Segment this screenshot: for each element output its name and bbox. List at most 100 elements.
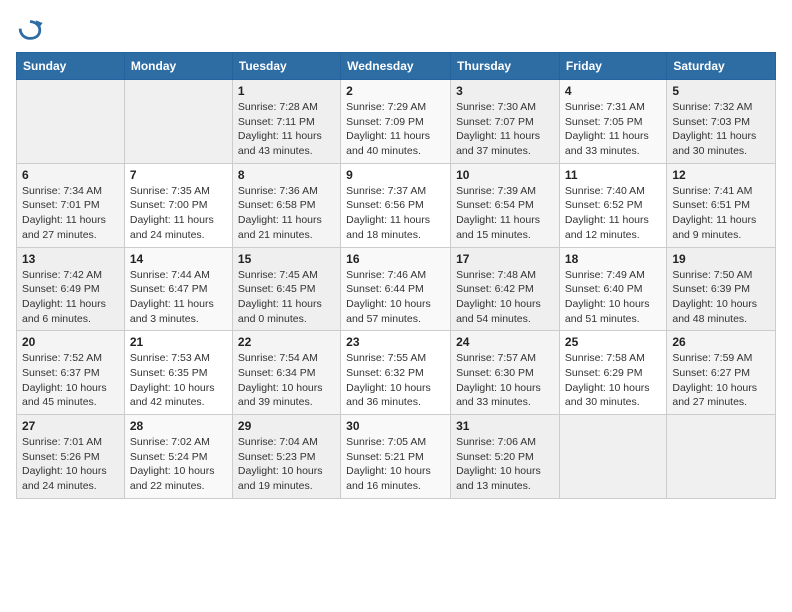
day-number: 17 (456, 252, 554, 266)
day-number: 15 (238, 252, 335, 266)
day-info: Sunrise: 7:04 AM Sunset: 5:23 PM Dayligh… (238, 435, 335, 494)
day-info: Sunrise: 7:42 AM Sunset: 6:49 PM Dayligh… (22, 268, 119, 327)
day-info: Sunrise: 7:32 AM Sunset: 7:03 PM Dayligh… (672, 100, 770, 159)
day-info: Sunrise: 7:58 AM Sunset: 6:29 PM Dayligh… (565, 351, 661, 410)
day-number: 16 (346, 252, 445, 266)
day-number: 21 (130, 335, 227, 349)
calendar-cell: 15 Sunrise: 7:45 AM Sunset: 6:45 PM Dayli… (232, 247, 340, 331)
logo (16, 16, 48, 44)
header-friday: Friday (559, 53, 666, 80)
day-info: Sunrise: 7:40 AM Sunset: 6:52 PM Dayligh… (565, 184, 661, 243)
header-wednesday: Wednesday (341, 53, 451, 80)
day-info: Sunrise: 7:53 AM Sunset: 6:35 PM Dayligh… (130, 351, 227, 410)
calendar-week-row: 27 Sunrise: 7:01 AM Sunset: 5:26 PM Dayli… (17, 415, 776, 499)
day-info: Sunrise: 7:37 AM Sunset: 6:56 PM Dayligh… (346, 184, 445, 243)
calendar-cell: 8 Sunrise: 7:36 AM Sunset: 6:58 PM Daylig… (232, 163, 340, 247)
day-number: 7 (130, 168, 227, 182)
calendar-table: SundayMondayTuesdayWednesdayThursdayFrid… (16, 52, 776, 499)
calendar-cell: 19 Sunrise: 7:50 AM Sunset: 6:39 PM Dayli… (667, 247, 776, 331)
day-info: Sunrise: 7:34 AM Sunset: 7:01 PM Dayligh… (22, 184, 119, 243)
calendar-cell: 29 Sunrise: 7:04 AM Sunset: 5:23 PM Dayli… (232, 415, 340, 499)
day-number: 4 (565, 84, 661, 98)
header-tuesday: Tuesday (232, 53, 340, 80)
day-number: 29 (238, 419, 335, 433)
day-info: Sunrise: 7:05 AM Sunset: 5:21 PM Dayligh… (346, 435, 445, 494)
calendar-cell: 20 Sunrise: 7:52 AM Sunset: 6:37 PM Dayli… (17, 331, 125, 415)
day-info: Sunrise: 7:06 AM Sunset: 5:20 PM Dayligh… (456, 435, 554, 494)
day-info: Sunrise: 7:54 AM Sunset: 6:34 PM Dayligh… (238, 351, 335, 410)
calendar-cell: 24Sunrise: 7:57 AM Sunset: 6:30 PM Dayli… (451, 331, 560, 415)
day-number: 5 (672, 84, 770, 98)
day-number: 28 (130, 419, 227, 433)
day-info: Sunrise: 7:44 AM Sunset: 6:47 PM Dayligh… (130, 268, 227, 327)
logo-icon (16, 16, 44, 44)
day-info: Sunrise: 7:48 AM Sunset: 6:42 PM Dayligh… (456, 268, 554, 327)
header-thursday: Thursday (451, 53, 560, 80)
day-info: Sunrise: 7:49 AM Sunset: 6:40 PM Dayligh… (565, 268, 661, 327)
calendar-cell: 14Sunrise: 7:44 AM Sunset: 6:47 PM Dayli… (124, 247, 232, 331)
day-number: 12 (672, 168, 770, 182)
calendar-cell (667, 415, 776, 499)
calendar-cell: 2 Sunrise: 7:29 AM Sunset: 7:09 PM Daylig… (341, 80, 451, 164)
calendar-week-row: 13 Sunrise: 7:42 AM Sunset: 6:49 PM Dayli… (17, 247, 776, 331)
calendar-cell: 30 Sunrise: 7:05 AM Sunset: 5:21 PM Dayli… (341, 415, 451, 499)
calendar-cell: 18 Sunrise: 7:49 AM Sunset: 6:40 PM Dayli… (559, 247, 666, 331)
day-info: Sunrise: 7:36 AM Sunset: 6:58 PM Dayligh… (238, 184, 335, 243)
day-number: 10 (456, 168, 554, 182)
calendar-cell: 21 Sunrise: 7:53 AM Sunset: 6:35 PM Dayli… (124, 331, 232, 415)
day-info: Sunrise: 7:02 AM Sunset: 5:24 PM Dayligh… (130, 435, 227, 494)
calendar-cell: 28 Sunrise: 7:02 AM Sunset: 5:24 PM Dayli… (124, 415, 232, 499)
day-number: 9 (346, 168, 445, 182)
day-number: 25 (565, 335, 661, 349)
day-info: Sunrise: 7:50 AM Sunset: 6:39 PM Dayligh… (672, 268, 770, 327)
day-number: 31 (456, 419, 554, 433)
page-header (16, 16, 776, 44)
calendar-cell: 17 Sunrise: 7:48 AM Sunset: 6:42 PM Dayli… (451, 247, 560, 331)
calendar-cell: 23 Sunrise: 7:55 AM Sunset: 6:32 PM Dayli… (341, 331, 451, 415)
day-number: 23 (346, 335, 445, 349)
calendar-header-row: SundayMondayTuesdayWednesdayThursdayFrid… (17, 53, 776, 80)
header-saturday: Saturday (667, 53, 776, 80)
calendar-cell: 11 Sunrise: 7:40 AM Sunset: 6:52 PM Dayli… (559, 163, 666, 247)
day-info: Sunrise: 7:52 AM Sunset: 6:37 PM Dayligh… (22, 351, 119, 410)
calendar-cell: 7 Sunrise: 7:35 AM Sunset: 7:00 PM Daylig… (124, 163, 232, 247)
day-info: Sunrise: 7:45 AM Sunset: 6:45 PM Dayligh… (238, 268, 335, 327)
day-info: Sunrise: 7:41 AM Sunset: 6:51 PM Dayligh… (672, 184, 770, 243)
day-number: 20 (22, 335, 119, 349)
day-info: Sunrise: 7:31 AM Sunset: 7:05 PM Dayligh… (565, 100, 661, 159)
day-number: 19 (672, 252, 770, 266)
day-number: 27 (22, 419, 119, 433)
day-number: 8 (238, 168, 335, 182)
day-number: 3 (456, 84, 554, 98)
header-sunday: Sunday (17, 53, 125, 80)
day-info: Sunrise: 7:39 AM Sunset: 6:54 PM Dayligh… (456, 184, 554, 243)
day-info: Sunrise: 7:55 AM Sunset: 6:32 PM Dayligh… (346, 351, 445, 410)
calendar-week-row: 1Sunrise: 7:28 AM Sunset: 7:11 PM Daylig… (17, 80, 776, 164)
calendar-cell: 26Sunrise: 7:59 AM Sunset: 6:27 PM Dayli… (667, 331, 776, 415)
header-monday: Monday (124, 53, 232, 80)
day-number: 13 (22, 252, 119, 266)
day-number: 18 (565, 252, 661, 266)
day-info: Sunrise: 7:59 AM Sunset: 6:27 PM Dayligh… (672, 351, 770, 410)
calendar-cell (17, 80, 125, 164)
calendar-cell: 31 Sunrise: 7:06 AM Sunset: 5:20 PM Dayli… (451, 415, 560, 499)
calendar-cell: 27 Sunrise: 7:01 AM Sunset: 5:26 PM Dayli… (17, 415, 125, 499)
day-number: 30 (346, 419, 445, 433)
day-number: 2 (346, 84, 445, 98)
day-number: 11 (565, 168, 661, 182)
calendar-cell: 5 Sunrise: 7:32 AM Sunset: 7:03 PM Daylig… (667, 80, 776, 164)
day-number: 22 (238, 335, 335, 349)
day-info: Sunrise: 7:57 AM Sunset: 6:30 PM Dayligh… (456, 351, 554, 410)
day-info: Sunrise: 7:29 AM Sunset: 7:09 PM Dayligh… (346, 100, 445, 159)
calendar-cell: 12 Sunrise: 7:41 AM Sunset: 6:51 PM Dayli… (667, 163, 776, 247)
calendar-cell: 16 Sunrise: 7:46 AM Sunset: 6:44 PM Dayli… (341, 247, 451, 331)
calendar-cell: 22 Sunrise: 7:54 AM Sunset: 6:34 PM Dayli… (232, 331, 340, 415)
day-info: Sunrise: 7:01 AM Sunset: 5:26 PM Dayligh… (22, 435, 119, 494)
calendar-cell: 9 Sunrise: 7:37 AM Sunset: 6:56 PM Daylig… (341, 163, 451, 247)
calendar-cell (559, 415, 666, 499)
calendar-cell: 4 Sunrise: 7:31 AM Sunset: 7:05 PM Daylig… (559, 80, 666, 164)
day-info: Sunrise: 7:46 AM Sunset: 6:44 PM Dayligh… (346, 268, 445, 327)
day-info: Sunrise: 7:28 AM Sunset: 7:11 PM Dayligh… (238, 100, 335, 159)
calendar-week-row: 6Sunrise: 7:34 AM Sunset: 7:01 PM Daylig… (17, 163, 776, 247)
day-info: Sunrise: 7:35 AM Sunset: 7:00 PM Dayligh… (130, 184, 227, 243)
